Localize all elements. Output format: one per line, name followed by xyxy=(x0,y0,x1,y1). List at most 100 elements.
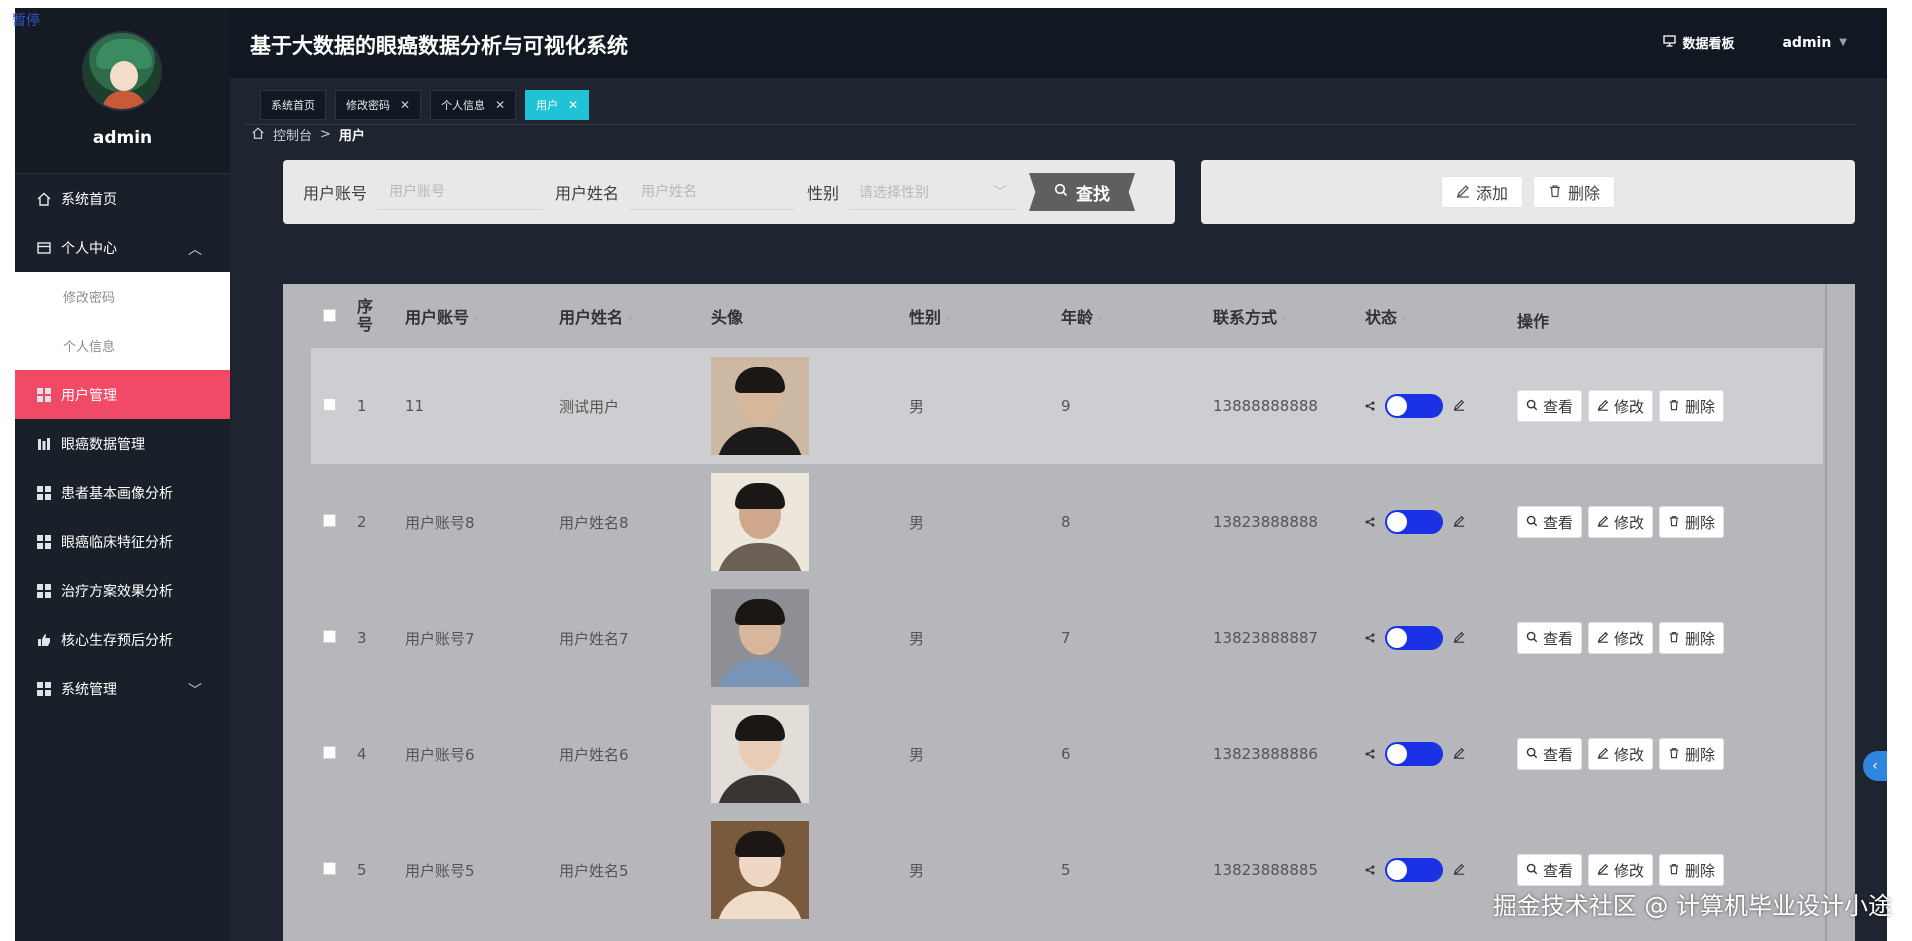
tab-personal-info[interactable]: 个人信息 ✕ xyxy=(430,90,517,120)
row-actions: 查看 修改 删除 xyxy=(1517,854,1823,886)
sidebar-subitem-change-password[interactable]: 修改密码 xyxy=(15,272,230,321)
cell-index: 1 xyxy=(357,348,405,464)
edit-pen-icon xyxy=(1456,183,1470,202)
select-all-checkbox[interactable] xyxy=(323,308,336,322)
row-actions: 查看 修改 删除 xyxy=(1517,738,1823,770)
status-toggle[interactable] xyxy=(1385,858,1443,882)
sort-icon[interactable]: ⇅ xyxy=(1401,314,1408,323)
delete-button[interactable]: 删除 xyxy=(1659,854,1725,886)
col-gender[interactable]: 性别 xyxy=(909,308,941,327)
status-toggle[interactable] xyxy=(1385,742,1443,766)
status-toggle[interactable] xyxy=(1385,394,1443,418)
edit-pen-icon xyxy=(1453,397,1465,415)
table-row[interactable]: 3 用户账号7 用户姓名7 男 7 13823888887 查看 修改 删除 xyxy=(311,580,1823,696)
gender-label: 性别 xyxy=(807,184,840,203)
delete-button[interactable]: 删除 xyxy=(1659,506,1725,538)
view-button[interactable]: 查看 xyxy=(1517,854,1583,886)
page-title: 基于大数据的眼癌数据分析与可视化系统 xyxy=(250,34,628,58)
gender-select[interactable]: 请选择性别 ﹀ xyxy=(849,174,1018,210)
avatar[interactable] xyxy=(82,31,162,111)
user-photo xyxy=(711,473,809,571)
sidebar-subitem-personal-info[interactable]: 个人信息 xyxy=(15,321,230,370)
close-icon[interactable]: ✕ xyxy=(495,98,505,112)
user-table: 序 号 用户账号 ⇅ 用户姓名 ⇅ 头像 性别 ⇅ 年龄 ⇅ 联系方式 ⇅ 状态 ⇅ 操作 xyxy=(311,284,1823,928)
tab-home[interactable]: 系统首页 xyxy=(260,90,326,120)
delete-button[interactable]: 删除 xyxy=(1659,622,1725,654)
search-icon xyxy=(1526,745,1538,763)
account-input[interactable] xyxy=(377,174,544,210)
view-button[interactable]: 查看 xyxy=(1517,390,1583,422)
delete-button[interactable]: 删除 xyxy=(1659,390,1725,422)
search-panel: 用户账号 用户姓名 性别 请选择性别 ﹀ 查找 xyxy=(283,160,1175,224)
share-icon xyxy=(1365,861,1375,879)
cell-phone: 13888888888 xyxy=(1213,348,1365,464)
view-button[interactable]: 查看 xyxy=(1517,622,1583,654)
breadcrumb-root[interactable]: 控制台 xyxy=(273,125,312,144)
sidebar-item-eye-cancer-data[interactable]: 眼癌数据管理 xyxy=(15,419,230,468)
pause-label[interactable]: 暂停 xyxy=(12,10,40,30)
status-toggle[interactable] xyxy=(1385,510,1443,534)
sort-icon[interactable]: ⇅ xyxy=(473,314,480,323)
close-icon[interactable]: ✕ xyxy=(400,98,410,112)
col-account[interactable]: 用户账号 xyxy=(405,308,469,327)
sort-icon[interactable]: ⇅ xyxy=(1097,314,1104,323)
edit-button[interactable]: 修改 xyxy=(1588,506,1654,538)
tab-label: 个人信息 xyxy=(441,99,486,112)
add-button[interactable]: 添加 xyxy=(1440,176,1523,208)
view-button[interactable]: 查看 xyxy=(1517,506,1583,538)
dashboard-link[interactable]: 数据看板 xyxy=(1663,33,1734,52)
close-icon[interactable]: ✕ xyxy=(568,98,578,112)
row-checkbox[interactable] xyxy=(323,746,336,759)
sort-icon[interactable]: ⇅ xyxy=(1281,314,1288,323)
cell-account: 用户账号6 xyxy=(405,745,475,764)
table-row[interactable]: 4 用户账号6 用户姓名6 男 6 13823888886 查看 修改 删除 xyxy=(311,696,1823,812)
sidebar-item-home[interactable]: 系统首页 xyxy=(15,174,230,223)
delete-button[interactable]: 删除 xyxy=(1659,738,1725,770)
row-checkbox[interactable] xyxy=(323,514,336,527)
user-dropdown[interactable]: admin ▼ xyxy=(1782,35,1847,51)
sidebar-item-system-management[interactable]: 系统管理 ﹀ xyxy=(15,664,230,713)
row-checkbox[interactable] xyxy=(323,398,336,411)
edit-pen-icon xyxy=(1597,861,1609,879)
cell-phone: 13823888885 xyxy=(1213,861,1318,879)
edit-button[interactable]: 修改 xyxy=(1588,622,1654,654)
sort-icon[interactable]: ⇅ xyxy=(945,314,952,323)
search-button[interactable]: 查找 xyxy=(1029,173,1136,211)
row-checkbox[interactable] xyxy=(323,862,336,875)
sidebar-item-survival-prognosis[interactable]: 核心生存预后分析 xyxy=(15,615,230,664)
screen: 暂停 admin 系统首页 个人中心 ︿ 修改密码 个人信息 用户管理 眼癌数据… xyxy=(0,0,1912,941)
sidebar-item-personal-center[interactable]: 个人中心 ︿ xyxy=(15,223,230,272)
name-input[interactable] xyxy=(629,174,796,210)
home-icon xyxy=(251,126,265,144)
table-row[interactable]: 1 11 测试用户 男 9 13888888888 查看 修改 删除 xyxy=(311,348,1823,464)
bar-chart-icon xyxy=(35,435,53,453)
chevron-down-icon: ﹀ xyxy=(993,184,1008,201)
sort-icon[interactable]: ⇅ xyxy=(627,314,634,323)
status-toggle[interactable] xyxy=(1385,626,1443,650)
chevron-left-icon[interactable]: ‹ xyxy=(1863,751,1887,781)
col-status[interactable]: 状态 xyxy=(1365,308,1397,327)
batch-delete-button[interactable]: 删除 xyxy=(1533,176,1616,208)
sidebar-item-user-management[interactable]: 用户管理 xyxy=(15,370,230,419)
sidebar-item-patient-profile[interactable]: 患者基本画像分析 xyxy=(15,468,230,517)
batch-delete-label: 删除 xyxy=(1568,184,1601,203)
edit-button[interactable]: 修改 xyxy=(1588,738,1654,770)
edit-button[interactable]: 修改 xyxy=(1588,854,1654,886)
tab-change-password[interactable]: 修改密码 ✕ xyxy=(335,90,422,120)
search-icon xyxy=(1526,513,1538,531)
row-checkbox[interactable] xyxy=(323,630,336,643)
col-phone[interactable]: 联系方式 xyxy=(1213,308,1277,327)
status-cell xyxy=(1365,626,1517,650)
edit-label: 修改 xyxy=(1614,861,1645,880)
table-row[interactable]: 2 用户账号8 用户姓名8 男 8 13823888888 查看 修改 删除 xyxy=(311,464,1823,580)
col-name[interactable]: 用户姓名 xyxy=(559,308,623,327)
sidebar-item-treatment-effect[interactable]: 治疗方案效果分析 xyxy=(15,566,230,615)
tab-user[interactable]: 用户 ✕ xyxy=(525,90,590,120)
grid-icon xyxy=(35,680,53,698)
cell-gender: 男 xyxy=(909,745,925,764)
view-button[interactable]: 查看 xyxy=(1517,738,1583,770)
edit-button[interactable]: 修改 xyxy=(1588,390,1654,422)
col-age[interactable]: 年龄 xyxy=(1061,308,1093,327)
sidebar-item-clinical-features[interactable]: 眼癌临床特征分析 xyxy=(15,517,230,566)
row-actions: 查看 修改 删除 xyxy=(1517,390,1823,422)
